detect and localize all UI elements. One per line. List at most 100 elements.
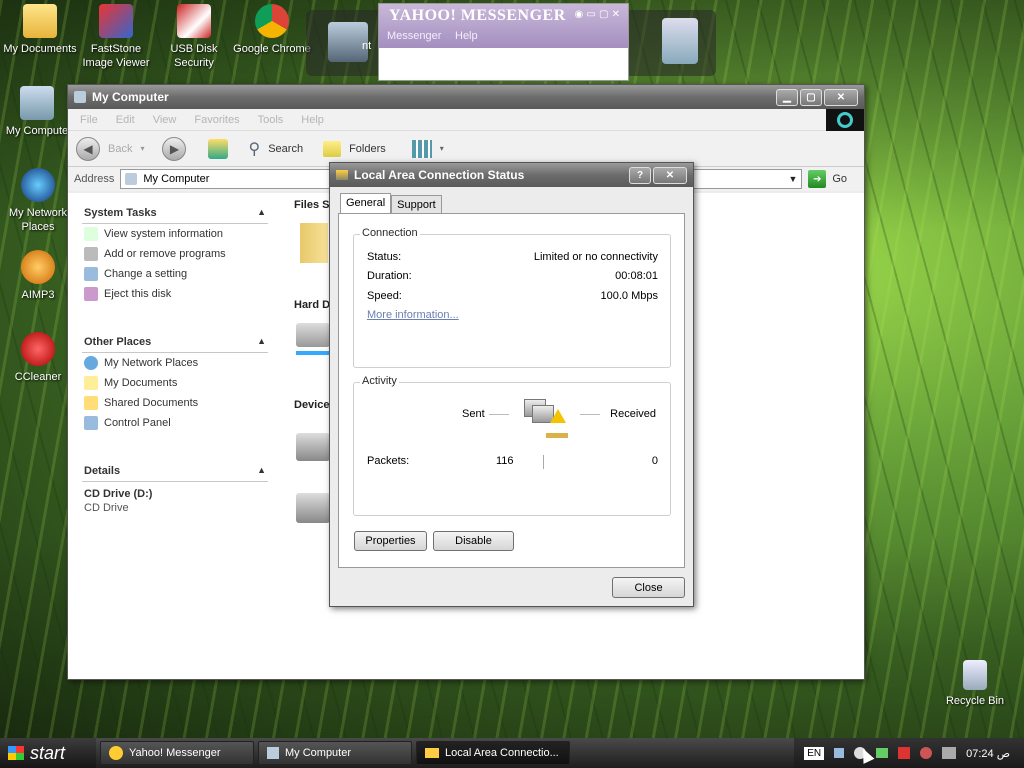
system-tray: EN 07:24 ص <box>794 738 1024 768</box>
details-panel: Details ▲ CD Drive (D:) CD Drive <box>82 461 268 514</box>
aimp-icon <box>21 250 55 284</box>
yahoo-window-controls[interactable]: ◉ ▭ ▢ ✕ <box>574 9 620 20</box>
eject-icon <box>84 287 98 301</box>
network-tray-icon[interactable] <box>834 748 845 758</box>
taskbar-item-yahoo[interactable]: Yahoo! Messenger <box>100 741 254 765</box>
desktop-icon-recycle-bin[interactable]: Recycle Bin <box>935 660 1015 708</box>
go-button[interactable]: Go <box>832 173 847 185</box>
desktop-icon-my-computer[interactable]: My Compute <box>0 86 77 138</box>
status-value: Limited or no connectivity <box>533 251 658 263</box>
collapse-arrow-icon[interactable]: ▲ <box>257 336 266 348</box>
back-button-label[interactable]: Back <box>108 143 132 155</box>
yahoo-menu-messenger[interactable]: Messenger <box>387 30 441 42</box>
menu-file[interactable]: File <box>80 114 98 126</box>
chevron-down-icon[interactable]: ▼ <box>788 174 797 184</box>
yahoo-messenger-window[interactable]: YAHOO! MESSENGER Messenger Help ◉ ▭ ▢ ✕ <box>378 3 629 81</box>
desktop-icon-label: FastStone Image Viewer <box>82 43 150 69</box>
yahoo-menu-help[interactable]: Help <box>455 30 478 42</box>
network-connection-icon <box>336 170 348 180</box>
menu-favorites[interactable]: Favorites <box>194 114 239 126</box>
task-eject-disk[interactable]: Eject this disk <box>82 284 268 304</box>
network-globe-icon <box>84 356 98 370</box>
forward-arrow-icon[interactable]: ▶ <box>162 136 187 161</box>
search-button[interactable]: Search <box>268 143 303 155</box>
section-devices: Device <box>294 399 330 411</box>
chrome-icon <box>255 4 289 38</box>
desktop-icon-faststone[interactable]: FastStone Image Viewer <box>76 4 156 70</box>
task-view-system-info[interactable]: View system information <box>82 224 268 244</box>
dialog-close-x-button[interactable]: ✕ <box>653 166 687 184</box>
collapse-arrow-icon[interactable]: ▲ <box>257 207 266 219</box>
tray-shield-icon[interactable] <box>898 747 911 759</box>
connection-legend: Connection <box>360 227 420 239</box>
section-hard-disks: Hard D <box>294 299 331 311</box>
folder-icon <box>23 4 57 38</box>
folders-button[interactable]: Folders <box>349 143 386 155</box>
tray-check-icon[interactable] <box>876 748 889 758</box>
start-button[interactable]: start <box>0 738 96 768</box>
activity-legend: Activity <box>360 375 399 387</box>
cd-drive-icon[interactable] <box>296 433 330 461</box>
menu-view[interactable]: View <box>153 114 177 126</box>
taskbar-item-local-area-connection[interactable]: Local Area Connectio... <box>416 741 570 765</box>
close-button[interactable]: ✕ <box>824 88 858 106</box>
dock-trash-icon[interactable] <box>662 18 698 64</box>
sent-label: Sent <box>462 408 485 420</box>
place-my-network-places[interactable]: My Network Places <box>82 353 268 373</box>
collapse-arrow-icon[interactable]: ▲ <box>257 465 266 477</box>
place-my-documents[interactable]: My Documents <box>82 373 268 393</box>
tray-security-icon[interactable] <box>920 747 933 759</box>
other-places-panel: Other Places ▲ My Network Places My Docum… <box>82 332 268 433</box>
minimize-button[interactable]: ▁ <box>776 88 798 106</box>
tab-support[interactable]: Support <box>391 195 442 214</box>
close-dialog-button[interactable]: Close <box>612 577 685 598</box>
task-change-setting[interactable]: Change a setting <box>82 264 268 284</box>
recycle-bin-icon <box>963 660 987 690</box>
help-button[interactable]: ? <box>629 166 651 184</box>
maximize-button[interactable]: ▢ <box>800 88 822 106</box>
yahoo-title: YAHOO! MESSENGER <box>389 7 566 24</box>
explorer-title-bar[interactable]: My Computer ▁ ▢ ✕ <box>68 85 864 109</box>
tab-general[interactable]: General <box>340 193 392 214</box>
desktop-icon-google-chrome[interactable]: Google Chrome <box>232 4 312 56</box>
menu-edit[interactable]: Edit <box>116 114 135 126</box>
place-shared-documents[interactable]: Shared Documents <box>82 393 268 413</box>
clock[interactable]: 07:24 ص <box>966 747 1010 760</box>
speed-label: Speed: <box>367 290 402 302</box>
shield-icon <box>177 4 211 38</box>
up-folder-icon[interactable] <box>208 138 229 159</box>
properties-button[interactable]: Properties <box>354 531 427 551</box>
desktop-icon-label: USB Disk Security <box>170 43 218 69</box>
connection-status-dialog[interactable]: Local Area Connection Status ? ✕ General… <box>329 162 694 607</box>
control-panel-icon <box>84 267 98 281</box>
programs-icon <box>84 247 98 261</box>
task-add-remove-programs[interactable]: Add or remove programs <box>82 244 268 264</box>
folders-icon[interactable] <box>323 140 342 157</box>
system-tasks-panel: System Tasks ▲ View system information Ad… <box>82 203 268 304</box>
language-indicator[interactable]: EN <box>804 746 825 760</box>
menu-tools[interactable]: Tools <box>258 114 284 126</box>
tray-taskbar-icon[interactable] <box>942 747 957 759</box>
received-label: Received <box>610 408 656 420</box>
smiley-icon <box>109 746 123 760</box>
views-icon[interactable] <box>411 139 432 158</box>
taskbar-item-my-computer[interactable]: My Computer <box>258 741 412 765</box>
back-arrow-icon[interactable]: ◀ <box>76 136 100 161</box>
dialog-title-bar[interactable]: Local Area Connection Status ? ✕ <box>330 163 693 187</box>
packets-label: Packets: <box>367 455 410 467</box>
panel-title: System Tasks <box>84 207 157 219</box>
desktop-icon-usb-disk-security[interactable]: USB Disk Security <box>154 4 234 70</box>
menu-help[interactable]: Help <box>301 114 324 126</box>
folder-icon[interactable] <box>300 223 328 263</box>
desktop-icon-my-documents[interactable]: My Documents <box>0 4 80 56</box>
disable-button[interactable]: Disable <box>433 531 514 551</box>
place-control-panel[interactable]: Control Panel <box>82 413 268 433</box>
computer-icon <box>74 91 86 103</box>
tab-panel-general: Connection Status: Limited or no connect… <box>338 213 685 568</box>
desktop-icon-label: CCleaner <box>14 371 62 383</box>
removable-drive-icon[interactable] <box>296 493 330 523</box>
go-arrow-icon[interactable]: ➔ <box>808 170 827 188</box>
more-information-link[interactable]: More information... <box>367 309 459 321</box>
search-icon[interactable]: ⚲ <box>248 139 260 158</box>
hard-drive-icon[interactable] <box>296 323 330 347</box>
